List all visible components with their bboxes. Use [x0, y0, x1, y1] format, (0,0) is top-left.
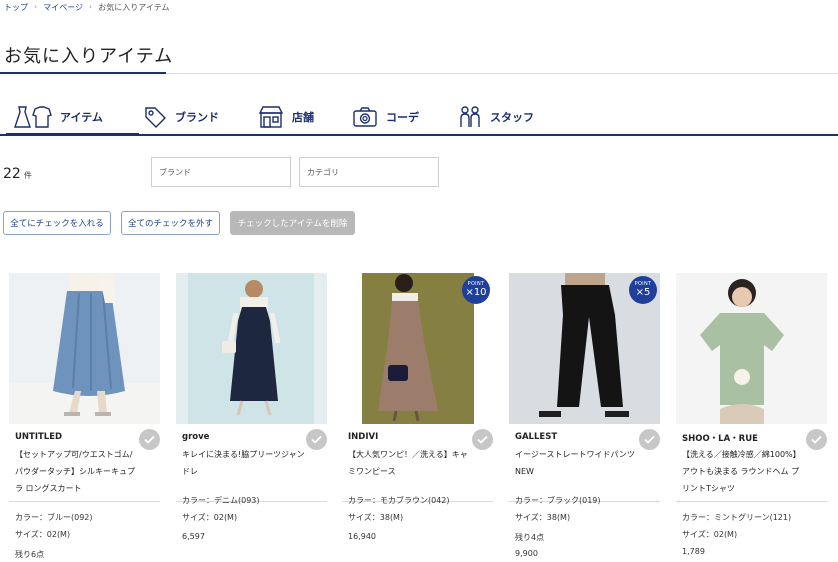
- product-name[interactable]: 【セットアップ可/ウエストゴム/パウダータッチ】シルキーキュプラ ロングスカート: [15, 446, 139, 497]
- product-image[interactable]: POINT ×10: [342, 273, 493, 424]
- title-underline: [0, 72, 166, 74]
- tab-coordinates[interactable]: コーデ: [352, 100, 419, 134]
- breadcrumb-separator: ›: [34, 2, 38, 11]
- point-badge-value: ×5: [635, 287, 651, 298]
- breadcrumb: トップ › マイページ › お気に入りアイテム: [4, 2, 169, 13]
- breadcrumb-top-link[interactable]: トップ: [4, 2, 28, 13]
- product-color: カラー：ブルー(092): [15, 513, 93, 522]
- result-count: 22 件: [3, 166, 32, 182]
- breadcrumb-separator: ›: [89, 2, 93, 11]
- product-color: カラー：モカブラウン(042): [348, 496, 450, 505]
- checkmark-icon: [811, 435, 822, 444]
- staff-icon: [460, 106, 480, 127]
- product-brand: GALLEST: [515, 432, 558, 442]
- breadcrumb-mypage-link[interactable]: マイページ: [43, 2, 83, 13]
- favorite-check-button[interactable]: [806, 429, 827, 450]
- store-icon: [258, 106, 284, 128]
- product-card[interactable]: POINT ×10 INDIVI 【大人気ワンピ！／洗える】キャミワンピース カ…: [342, 273, 493, 541]
- tag-icon: [145, 107, 166, 128]
- product-size: サイズ：02(M): [682, 530, 738, 539]
- product-card[interactable]: UNTITLED 【セットアップ可/ウエストゴム/パウダータッチ】シルキーキュプ…: [9, 273, 160, 559]
- product-stock: 残り4点: [515, 533, 545, 542]
- product-image[interactable]: POINT ×5: [509, 273, 660, 424]
- delete-checked-button[interactable]: チェックしたアイテムを削除: [230, 211, 355, 235]
- tab-stores-label: 店舗: [292, 111, 314, 124]
- favorite-check-button[interactable]: [139, 429, 160, 450]
- tab-bar: アイテム ブランド 店舗 コーデ スタッフ: [0, 100, 838, 136]
- checkmark-icon: [477, 435, 488, 444]
- tab-brands[interactable]: ブランド: [143, 100, 219, 134]
- product-size: サイズ：02(M): [182, 513, 238, 522]
- favorite-check-button[interactable]: [306, 429, 327, 450]
- uncheck-all-button[interactable]: 全てのチェックを外す: [121, 211, 220, 235]
- camera-icon: [353, 107, 377, 127]
- product-size: サイズ：38(M): [348, 513, 404, 522]
- card-divider: [676, 501, 827, 502]
- product-color: カラー：ミントグリーン(121): [682, 513, 792, 522]
- tab-stores[interactable]: 店舗: [258, 100, 314, 134]
- product-color: カラー：デニム(093): [182, 496, 260, 505]
- product-image[interactable]: [9, 273, 160, 424]
- product-name[interactable]: キレイに決まる!脇プリーツジャンドレ: [182, 446, 306, 480]
- product-price: 1,789: [682, 547, 705, 556]
- product-brand: grove: [182, 432, 210, 442]
- tab-brands-label: ブランド: [175, 111, 219, 124]
- checkmark-icon: [144, 435, 155, 444]
- point-badge: POINT ×10: [462, 276, 490, 304]
- check-all-button[interactable]: 全てにチェックを入れる: [3, 211, 111, 235]
- category-filter-placeholder: カテゴリ: [307, 168, 339, 177]
- product-name[interactable]: 【洗える／接触冷感／綿100%】アウトも決まる ラウンドヘム プリントTシャツ: [682, 446, 806, 497]
- product-card[interactable]: POINT ×5 GALLEST イージーストレートワイドパンツNEW カラー：…: [509, 273, 660, 558]
- product-price: 9,900: [515, 549, 538, 558]
- product-brand: UNTITLED: [15, 432, 63, 442]
- tab-staff[interactable]: スタッフ: [458, 100, 534, 134]
- product-brand: INDIVI: [348, 432, 379, 442]
- tab-items[interactable]: アイテム: [6, 100, 139, 136]
- product-card[interactable]: grove キレイに決まる!脇プリーツジャンドレ カラー：デニム(093) サイ…: [176, 273, 327, 541]
- product-size: サイズ：02(M): [15, 530, 71, 539]
- product-stock: 残り6点: [15, 550, 45, 559]
- product-name[interactable]: イージーストレートワイドパンツNEW: [515, 446, 639, 480]
- product-card[interactable]: SHOO・LA・RUE 【洗える／接触冷感／綿100%】アウトも決まる ラウンド…: [676, 273, 827, 556]
- page-title: お気に入りアイテム: [4, 46, 174, 67]
- favorite-check-button[interactable]: [639, 429, 660, 450]
- product-color: カラー：ブラック(019): [515, 496, 601, 505]
- point-badge: POINT ×5: [629, 276, 657, 304]
- checkmark-icon: [311, 435, 322, 444]
- product-name[interactable]: 【大人気ワンピ！／洗える】キャミワンピース: [348, 446, 472, 480]
- tab-items-label: アイテム: [60, 111, 103, 124]
- product-price: 16,940: [348, 532, 376, 541]
- clothing-icon: [14, 106, 52, 128]
- checkmark-icon: [644, 435, 655, 444]
- favorite-check-button[interactable]: [472, 429, 493, 450]
- breadcrumb-current: お気に入りアイテム: [98, 3, 170, 12]
- category-filter-select[interactable]: カテゴリ: [299, 157, 439, 187]
- product-image[interactable]: [676, 273, 827, 424]
- result-count-number: 22: [3, 166, 21, 182]
- brand-filter-placeholder: ブランド: [159, 168, 191, 177]
- point-badge-value: ×10: [465, 287, 487, 298]
- brand-filter-select[interactable]: ブランド: [151, 157, 291, 187]
- product-size: サイズ：38(M): [515, 513, 571, 522]
- result-count-unit: 件: [23, 171, 32, 180]
- card-divider: [9, 501, 160, 502]
- product-brand: SHOO・LA・RUE: [682, 434, 758, 444]
- tab-staff-label: スタッフ: [490, 111, 534, 124]
- product-image[interactable]: [176, 273, 327, 424]
- tab-coordinates-label: コーデ: [386, 111, 419, 124]
- product-price: 6,597: [182, 532, 205, 541]
